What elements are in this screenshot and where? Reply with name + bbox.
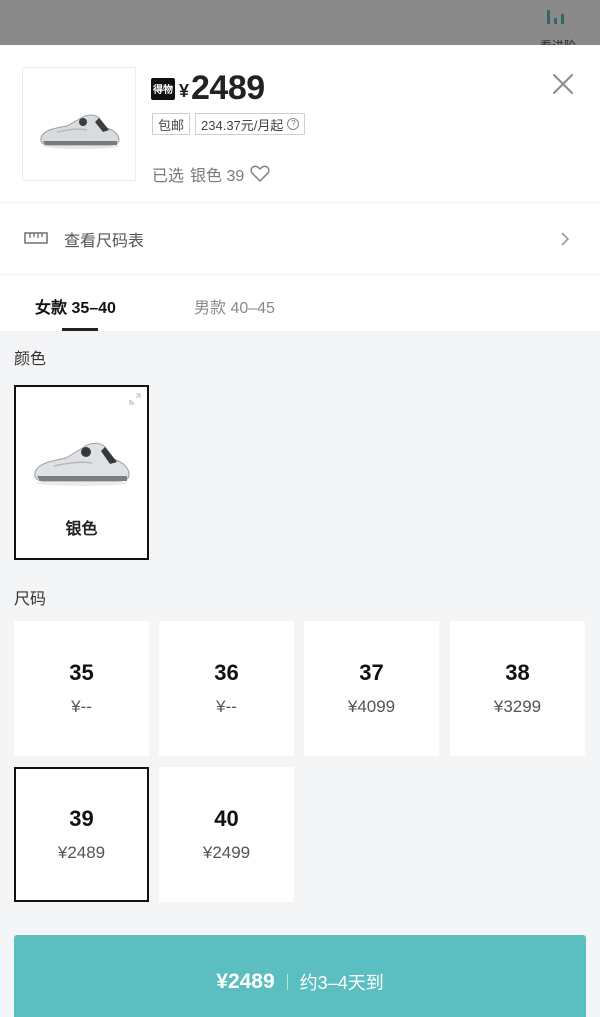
background-hint: 看进阶 (540, 6, 590, 45)
product-tags: 包邮 234.37元/月起 ? (152, 113, 306, 135)
size-number: 39 (69, 806, 94, 831)
size-chart-link[interactable]: 查看尺码表 (0, 202, 600, 274)
product-thumbnail[interactable] (22, 67, 136, 181)
color-section-title: 颜色 (14, 351, 47, 368)
free-shipping-tag: 包邮 (152, 113, 191, 135)
selected-prefix: 已选 (152, 168, 185, 185)
size-option-36[interactable]: 36 ¥-- (159, 621, 294, 756)
buy-button-price: ¥2489 (216, 970, 275, 993)
size-number: 35 (69, 660, 94, 685)
size-price: ¥2499 (202, 843, 251, 862)
color-option-silver[interactable]: 银色 (14, 385, 149, 560)
active-tab-indicator (62, 328, 98, 331)
installment-label: 234.37元/月起 (201, 117, 284, 133)
size-option-35[interactable]: 35 ¥-- (14, 621, 149, 756)
size-section-title: 尺码 (14, 591, 47, 608)
background-overlay[interactable]: 看进阶 (0, 0, 600, 45)
heart-icon[interactable] (250, 165, 270, 183)
tab-men[interactable]: 男款 40–45 (194, 294, 275, 318)
size-option-37[interactable]: 37 ¥4099 (304, 621, 439, 756)
currency-symbol: ¥ (179, 81, 190, 101)
ruler-icon (24, 232, 48, 244)
size-price: ¥2489 (57, 843, 106, 862)
size-number: 36 (214, 660, 239, 685)
size-number: 37 (359, 660, 384, 685)
selected-value: 银色 39 (190, 168, 245, 185)
size-chart-label: 查看尺码表 (64, 233, 145, 250)
product-price: 2489 (191, 69, 265, 107)
size-price: ¥3299 (493, 697, 542, 716)
buy-button-divider (286, 974, 288, 990)
chevron-right-icon (561, 232, 570, 246)
price-row: 得物 ¥ 2489 (151, 69, 265, 108)
info-icon[interactable]: ? (287, 118, 300, 130)
size-price: ¥4099 (347, 697, 396, 716)
size-price: ¥-- (216, 697, 237, 716)
background-hint-text: 看进阶 (540, 37, 576, 45)
size-price: ¥-- (71, 697, 92, 716)
sku-selector-sheet: 得物 ¥ 2489 包邮 234.37元/月起 ? 已选 银色 39 查看尺码表… (0, 45, 600, 1017)
size-option-39[interactable]: 39 ¥2489 (14, 767, 149, 902)
size-number: 38 (505, 660, 530, 685)
shoe-image (40, 114, 120, 149)
size-option-40[interactable]: 40 ¥2499 (159, 767, 294, 902)
delivery-eta: 约3–4天到 (299, 973, 384, 993)
brand-mark: 得物 (151, 77, 175, 100)
close-icon[interactable] (550, 71, 576, 97)
bar-chart-icon (547, 10, 564, 24)
color-name: 银色 (65, 521, 98, 538)
gender-tabs: 女款 35–40 男款 40–45 (0, 274, 600, 331)
size-number: 40 (214, 806, 239, 831)
shoe-image (34, 442, 130, 486)
product-header: 得物 ¥ 2489 包邮 234.37元/月起 ? 已选 银色 39 (0, 45, 600, 202)
expand-icon[interactable] (129, 393, 141, 405)
buy-button[interactable]: ¥2489 约3–4天到 (14, 935, 586, 1017)
selected-summary: 已选 银色 39 (152, 162, 270, 186)
buy-button-content: ¥2489 约3–4天到 (14, 969, 586, 995)
installment-tag[interactable]: 234.37元/月起 ? (195, 113, 306, 135)
size-option-38[interactable]: 38 ¥3299 (450, 621, 585, 756)
tab-women[interactable]: 女款 35–40 (35, 294, 116, 318)
